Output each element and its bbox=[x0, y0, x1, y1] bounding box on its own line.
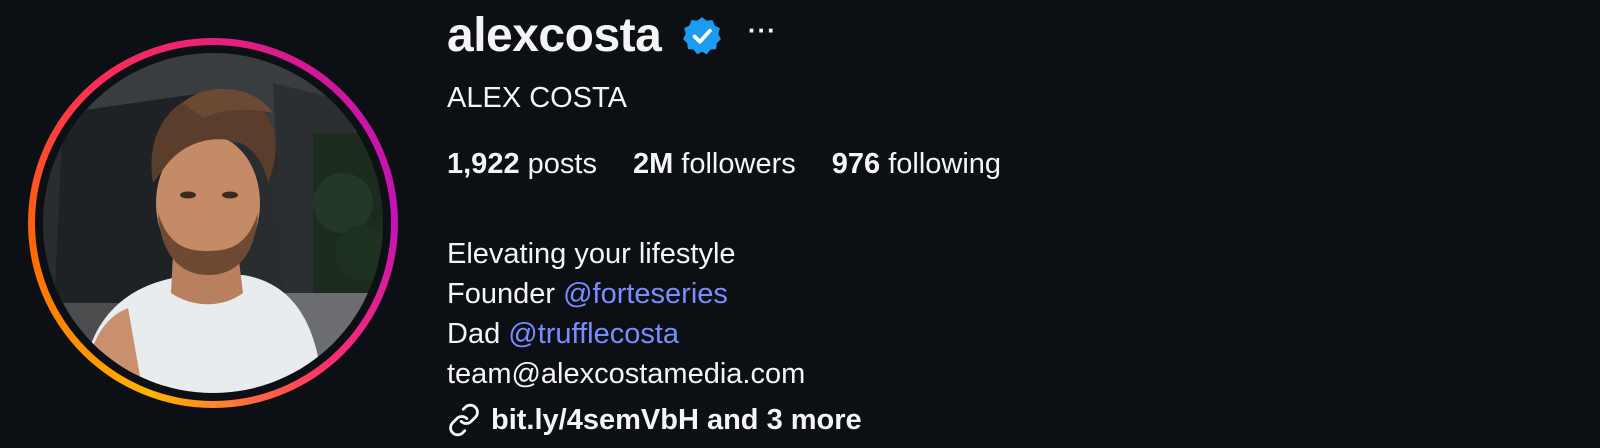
bio: Elevating your lifestyle Founder @fortes… bbox=[447, 234, 805, 394]
verified-badge-icon bbox=[681, 15, 723, 57]
profile-avatar-story-ring[interactable] bbox=[28, 38, 398, 408]
external-links[interactable]: bit.ly/4semVbH and 3 more bbox=[447, 400, 862, 440]
external-links-text: bit.ly/4semVbH and 3 more bbox=[491, 404, 862, 436]
profile-header: alexcosta ··· ALEX COSTA 1,922 posts 2M … bbox=[0, 0, 1600, 448]
profile-stats: 1,922 posts 2M followers 976 following bbox=[447, 146, 1001, 182]
link-icon bbox=[447, 403, 481, 437]
followers-count-label: followers bbox=[673, 148, 796, 180]
username-row: alexcosta ··· bbox=[447, 6, 777, 66]
bio-line-dad: Dad @trufflecosta bbox=[447, 314, 805, 354]
mention-link-trufflecosta[interactable]: @trufflecosta bbox=[508, 318, 679, 350]
followers-count[interactable]: 2M followers bbox=[633, 146, 796, 182]
following-count-label: following bbox=[880, 148, 1002, 180]
bio-line-founder: Founder @forteseries bbox=[447, 274, 805, 314]
bio-dad-text: Dad bbox=[447, 318, 509, 350]
avatar[interactable] bbox=[43, 53, 383, 393]
bio-founder-text: Founder bbox=[447, 278, 564, 310]
username: alexcosta bbox=[447, 9, 662, 62]
posts-count-label: posts bbox=[519, 148, 597, 180]
avatar-photo-image bbox=[43, 53, 383, 393]
followers-count-value: 2M bbox=[632, 148, 674, 180]
bio-line-email: team@alexcostamedia.com bbox=[447, 358, 806, 390]
posts-count-value: 1,922 bbox=[447, 148, 520, 180]
following-count-value: 976 bbox=[831, 148, 881, 180]
bio-line-tagline: Elevating your lifestyle bbox=[447, 238, 736, 270]
posts-count[interactable]: 1,922 posts bbox=[447, 146, 597, 182]
more-options-icon[interactable]: ··· bbox=[747, 15, 777, 45]
mention-link-forteseries[interactable]: @forteseries bbox=[563, 278, 728, 310]
full-name: ALEX COSTA bbox=[447, 82, 627, 114]
following-count[interactable]: 976 following bbox=[832, 146, 1001, 182]
